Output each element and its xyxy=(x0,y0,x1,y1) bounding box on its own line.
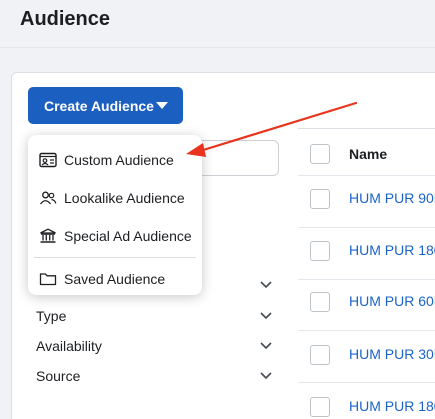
row-divider xyxy=(298,227,435,228)
table-row-name-link[interactable]: HUM PUR 30D xyxy=(349,346,435,362)
chevron-down-icon xyxy=(260,310,272,322)
filter-label: Source xyxy=(36,368,81,384)
create-audience-label: Create Audience xyxy=(44,97,154,114)
row-checkbox[interactable] xyxy=(310,397,330,417)
menu-item-special-ad-audience[interactable]: Special Ad Audience xyxy=(28,217,202,255)
table-row-name-link[interactable]: HUM PUR 180 xyxy=(349,242,435,258)
menu-item-label: Saved Audience xyxy=(64,271,166,287)
table-row-name-link[interactable]: HUM PUR 90D xyxy=(349,190,435,206)
menu-divider xyxy=(34,257,196,258)
row-divider xyxy=(298,382,435,383)
menu-item-label: Lookalike Audience xyxy=(64,190,185,206)
caret-down-icon xyxy=(156,102,168,109)
row-checkbox[interactable] xyxy=(310,241,330,261)
filter-label: Availability xyxy=(36,338,102,354)
row-checkbox[interactable] xyxy=(310,345,330,365)
chevron-down-icon xyxy=(260,340,272,352)
table-row-name-link[interactable]: HUM PUR 180 xyxy=(349,398,435,414)
table-row-name-link[interactable]: HUM PUR 60D xyxy=(349,293,435,309)
create-audience-menu: Custom Audience Lookalike Audience Speci… xyxy=(28,135,202,295)
row-divider xyxy=(298,175,435,176)
name-column-header[interactable]: Name xyxy=(349,146,387,162)
filter-label: Type xyxy=(36,308,67,324)
menu-item-label: Custom Audience xyxy=(64,152,174,168)
chevron-down-icon xyxy=(260,279,272,291)
row-divider xyxy=(298,279,435,280)
filter-source[interactable]: Source xyxy=(36,365,272,387)
custom-audience-icon xyxy=(38,150,58,170)
filter-type[interactable]: Type xyxy=(36,305,272,327)
row-divider xyxy=(298,330,435,331)
menu-item-custom-audience[interactable]: Custom Audience xyxy=(28,141,202,179)
menu-item-saved-audience[interactable]: Saved Audience xyxy=(28,260,202,298)
select-all-checkbox[interactable] xyxy=(310,144,330,164)
row-checkbox[interactable] xyxy=(310,292,330,312)
create-audience-button[interactable]: Create Audience xyxy=(28,87,183,124)
chevron-down-icon xyxy=(260,370,272,382)
folder-icon xyxy=(38,269,58,289)
menu-item-label: Special Ad Audience xyxy=(64,228,192,244)
lookalike-people-icon xyxy=(38,188,58,208)
header-divider xyxy=(0,47,435,48)
page-title: Audience xyxy=(20,8,111,30)
bank-building-icon xyxy=(38,226,58,246)
table-top-border xyxy=(298,128,435,129)
row-checkbox[interactable] xyxy=(310,189,330,209)
menu-item-lookalike-audience[interactable]: Lookalike Audience xyxy=(28,179,202,217)
filter-availability[interactable]: Availability xyxy=(36,335,272,357)
